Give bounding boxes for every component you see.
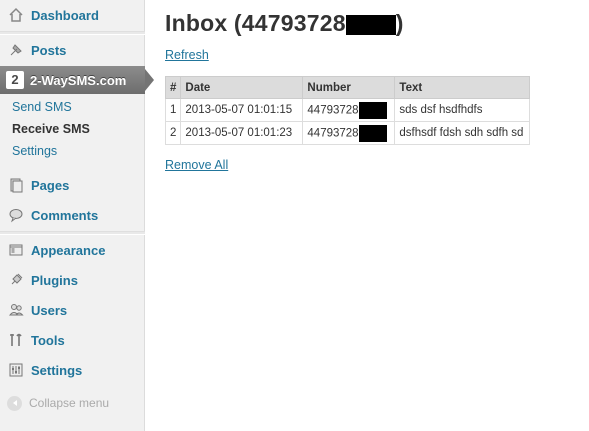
posts-icon (7, 41, 25, 59)
menu-comments-label: Comments (31, 207, 99, 223)
collapse-menu-button[interactable]: Collapse menu (0, 390, 145, 416)
remove-all-link[interactable]: Remove All (165, 158, 228, 172)
menu-settings[interactable]: Settings (0, 355, 145, 385)
plugins-icon (7, 271, 25, 289)
menu-2waysms[interactable]: 2 2-WaySMS.com (0, 66, 154, 94)
users-icon (7, 301, 25, 319)
refresh-link[interactable]: Refresh (165, 48, 209, 62)
header-index: # (164, 76, 182, 99)
table-row: 2 2013-05-07 01:01:23 44793728 dsfhsdf f… (164, 121, 530, 145)
comments-icon (7, 206, 25, 224)
redaction-block (345, 14, 396, 35)
appearance-icon (7, 241, 25, 259)
table-row: 1 2013-05-07 01:01:15 44793728 sds dsf h… (164, 98, 530, 122)
tools-icon (7, 331, 25, 349)
menu-comments[interactable]: Comments (0, 200, 145, 230)
menu-dashboard[interactable]: Dashboard (0, 0, 145, 30)
page-title-text: Inbox (44793728 (165, 10, 346, 36)
submenu-send-sms[interactable]: Send SMS (0, 96, 145, 118)
submenu-settings[interactable]: Settings (0, 140, 145, 162)
page-title: Inbox (44793728) (165, 10, 404, 37)
menu-plugins-label: Plugins (31, 272, 78, 288)
inbox-table: # Date Number Text 1 2013-05-07 01:01:15… (164, 76, 530, 145)
cell-date: 2013-05-07 01:01:23 (180, 121, 304, 145)
menu-dashboard-label: Dashboard (31, 7, 99, 23)
admin-sidebar: Dashboard Posts 2 2-WaySMS.com Send SMS … (0, 0, 154, 431)
table-header-row: # Date Number Text (164, 76, 530, 99)
redaction-block (358, 101, 387, 119)
menu-posts[interactable]: Posts (0, 35, 145, 65)
cell-index: 2 (164, 121, 182, 145)
cell-text: sds dsf hsdfhdfs (394, 98, 530, 122)
header-date: Date (180, 76, 304, 99)
cell-index: 1 (164, 98, 182, 122)
redaction-block (358, 124, 387, 142)
collapse-icon (7, 395, 22, 411)
menu-2waysms-label: 2-WaySMS.com (30, 72, 127, 88)
settings-icon (7, 361, 25, 379)
page-title-suffix: ) (395, 10, 404, 36)
menu-appearance-label: Appearance (31, 242, 106, 258)
cell-text: dsfhsdf fdsh sdh sdfh sd (394, 121, 530, 145)
menu-tools-label: Tools (31, 332, 65, 348)
menu-posts-label: Posts (31, 42, 67, 58)
collapse-menu-label: Collapse menu (29, 396, 110, 410)
cell-number-text: 44793728 (307, 127, 359, 140)
pages-icon (7, 176, 25, 194)
dashboard-icon (7, 6, 25, 24)
menu-pages-label: Pages (31, 177, 70, 193)
cell-number: 44793728 (302, 121, 396, 145)
header-number: Number (302, 76, 396, 99)
sms-logo-icon: 2 (6, 71, 24, 89)
submenu-receive-sms[interactable]: Receive SMS (0, 118, 145, 140)
cell-date: 2013-05-07 01:01:15 (180, 98, 304, 122)
cell-number: 44793728 (302, 98, 396, 122)
menu-users[interactable]: Users (0, 295, 145, 325)
menu-appearance[interactable]: Appearance (0, 235, 145, 265)
cell-number-text: 44793728 (307, 104, 359, 117)
header-text: Text (394, 76, 530, 99)
menu-settings-label: Settings (31, 362, 83, 378)
menu-pages[interactable]: Pages (0, 170, 145, 200)
menu-plugins[interactable]: Plugins (0, 265, 145, 295)
menu-users-label: Users (31, 302, 68, 318)
menu-tools[interactable]: Tools (0, 325, 145, 355)
submenu-2waysms: Send SMS Receive SMS Settings (0, 96, 145, 162)
